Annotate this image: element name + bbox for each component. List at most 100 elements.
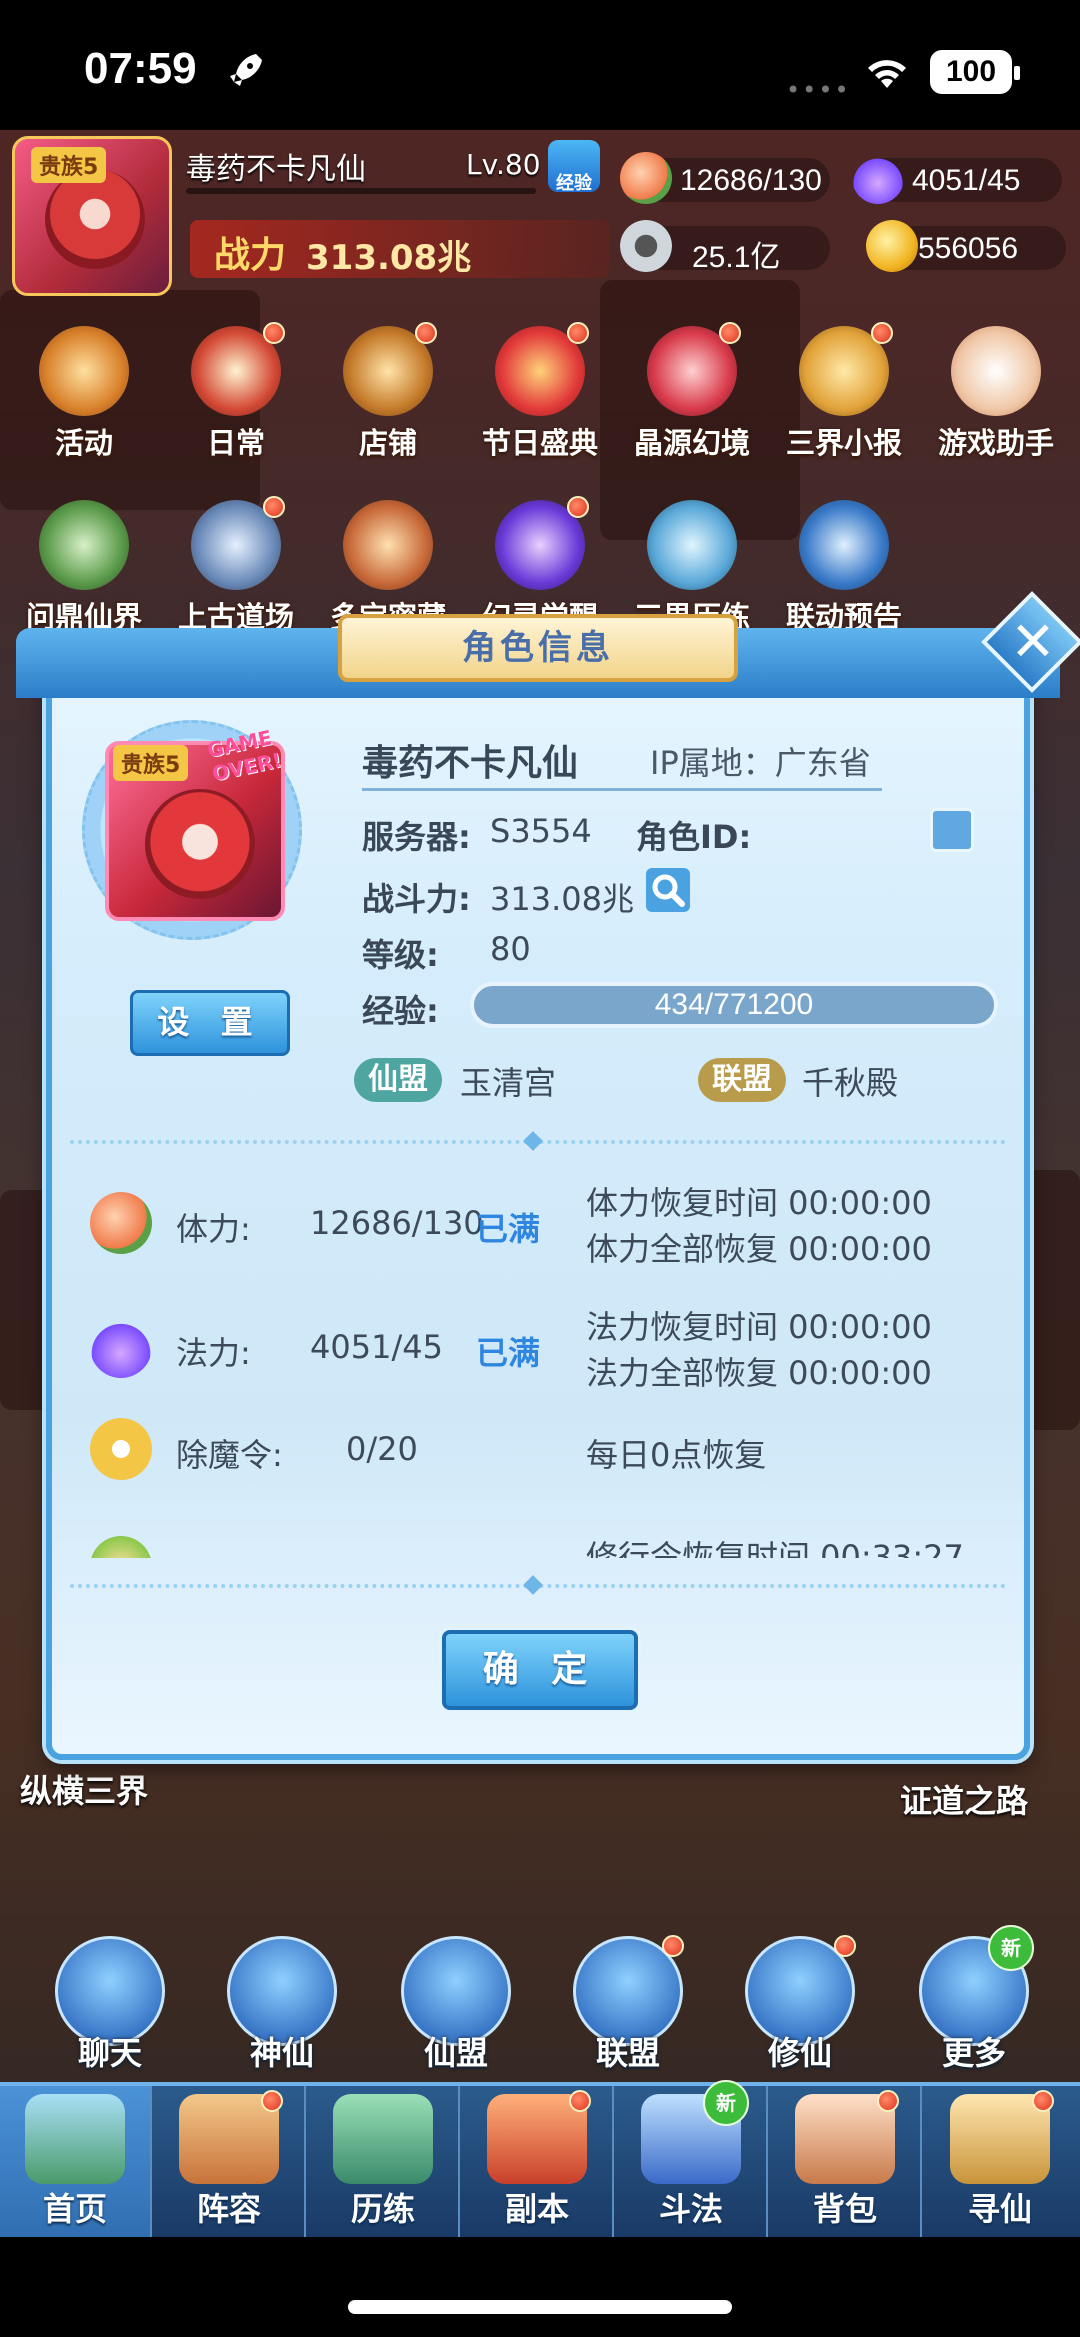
guild-button[interactable]: 仙盟 <box>396 1936 516 2074</box>
scroll-icon <box>191 322 285 416</box>
immortal-button[interactable]: 神仙 <box>222 1936 342 2074</box>
settings-button[interactable]: 设 置 <box>130 990 290 1056</box>
mana-recover-time: 法力恢复时间 00:00:00 <box>586 1308 932 1346</box>
cultivate-button[interactable]: 修仙 <box>740 1935 860 2074</box>
server-value: S3554 <box>490 812 592 850</box>
cultivate-label: 修仙 <box>767 2034 832 2072</box>
combat-power-value: 313.08兆 <box>490 880 634 918</box>
notification-dot <box>261 2090 283 2112</box>
collab-preview-icon-button[interactable]: 联动预告 <box>774 500 914 636</box>
tab-lineup-label: 阵容 <box>196 2190 261 2228</box>
ancient-arena-icon-button[interactable]: 上古道场 <box>166 496 306 636</box>
mana-flame-icon <box>852 152 904 204</box>
exp-progress-bar: 434/771200 <box>470 982 998 1028</box>
new-badge: 新 <box>988 1925 1034 1971</box>
magnifier-icon <box>652 874 685 907</box>
backpack-icon <box>795 2090 899 2184</box>
ip-location: IP属地：广东省 <box>650 744 871 782</box>
copy-icon[interactable] <box>930 808 974 852</box>
mana-full-recover: 法力全部恢复 00:00:00 <box>586 1354 932 1392</box>
news-icon-button[interactable]: 三界小报 <box>774 322 914 462</box>
stamina-full-recover: 体力全部恢复 00:00:00 <box>586 1230 932 1268</box>
silver-resource[interactable]: 25.1亿 <box>620 220 830 274</box>
alliance-tag: 联盟 <box>698 1058 786 1102</box>
activity-label: 活动 <box>54 426 113 460</box>
more-button[interactable]: 新 更多 <box>914 1925 1034 2074</box>
side-label-right[interactable]: 证道之路 <box>900 1776 1028 1822</box>
bottom-tab-bar: 首页 阵容 历练 副本 新 斗法 背包 寻仙 <box>0 2080 1080 2241</box>
guild-label: 仙盟 <box>423 2034 488 2072</box>
server-label: 服务器: <box>362 818 471 856</box>
alliance-button[interactable]: 联盟 <box>568 1935 688 2074</box>
treasure-cards-icon <box>343 500 433 590</box>
stamina-recover-time: 体力恢复时间 00:00:00 <box>586 1184 932 1222</box>
festival-label: 节日盛典 <box>481 426 598 460</box>
gold-ingot-icon <box>866 220 918 272</box>
demon-token-icon <box>90 1418 152 1480</box>
festival-icon-button[interactable]: 节日盛典 <box>470 322 610 462</box>
name-underline <box>362 788 882 791</box>
signal-dots-icon: •••• <box>786 76 851 104</box>
role-name: 毒药不卡凡仙 <box>362 743 579 784</box>
fox-helper-icon <box>951 326 1041 416</box>
close-icon[interactable]: ✕ <box>1008 610 1058 674</box>
guild-name[interactable]: 玉清宫 <box>460 1058 556 1104</box>
search-icon[interactable] <box>646 868 690 912</box>
gold-value: 556056 <box>918 232 1019 265</box>
combat-power-bar: 战力 313.08兆 <box>190 220 610 278</box>
coin-icon <box>620 220 672 272</box>
lineup-cards-icon <box>179 2090 283 2184</box>
level-value: 80 <box>490 930 531 968</box>
mana-value: 4051/45 <box>912 164 1021 197</box>
crystal-icon <box>647 322 741 416</box>
activity-icon <box>39 326 129 416</box>
shop-icon <box>343 322 437 416</box>
combat-power-label: 战力 <box>214 235 287 276</box>
home-indicator[interactable] <box>348 2300 732 2314</box>
tab-lineup[interactable]: 阵容 <box>154 2086 306 2241</box>
crystal-realm-label: 晶源幻境 <box>633 426 750 460</box>
mana-resource[interactable]: 4051/45 <box>852 152 1062 204</box>
avatar-face <box>145 789 255 899</box>
tab-pvp[interactable]: 新 斗法 <box>616 2080 768 2241</box>
immortal-realm-icon-button[interactable]: 问鼎仙界 <box>14 500 154 636</box>
role-id-label: 角色ID: <box>636 818 752 856</box>
newspaper-icon <box>799 322 893 416</box>
cultivation-token-icon <box>90 1536 152 1558</box>
tab-dungeon[interactable]: 副本 <box>462 2086 614 2241</box>
news-label: 三界小报 <box>785 426 902 460</box>
activity-icon-button[interactable]: 活动 <box>14 326 154 462</box>
exp-button[interactable]: 经验 <box>548 140 600 194</box>
daily-label: 日常 <box>206 426 265 460</box>
home-indicator-area <box>0 2237 1080 2337</box>
shop-icon-button[interactable]: 店铺 <box>318 322 458 462</box>
chat-button[interactable]: 聊天 <box>50 1936 170 2074</box>
resource-list[interactable]: 体力: 12686/130 已满 体力恢复时间 00:00:00 体力全部恢复 … <box>70 1148 1006 1558</box>
player-avatar[interactable]: 贵族5 <box>12 136 172 296</box>
combat-power-label: 战斗力: <box>362 880 471 918</box>
side-label-left[interactable]: 纵横三界 <box>20 1766 148 1812</box>
alliance-name[interactable]: 千秋殿 <box>802 1058 898 1104</box>
demon-token-value: 0/20 <box>346 1430 418 1468</box>
orb-icon <box>495 496 589 590</box>
profile-avatar: 贵族5 GAME OVER! <box>82 720 302 940</box>
game-helper-icon-button[interactable]: 游戏助手 <box>926 326 1066 462</box>
tab-seek[interactable]: 寻仙 <box>924 2086 1076 2241</box>
chat-label: 聊天 <box>77 2034 142 2072</box>
tab-training[interactable]: 历练 <box>308 2086 460 2241</box>
confirm-button[interactable]: 确 定 <box>442 1630 638 1710</box>
alliance-label: 联盟 <box>595 2034 660 2072</box>
dialog-title: 角色信息 <box>462 628 614 668</box>
cauldron-icon <box>39 500 129 590</box>
demon-token-recover: 每日0点恢复 <box>586 1436 767 1474</box>
stamina-resource[interactable]: 12686/130 <box>620 152 830 204</box>
gold-resource[interactable]: 556056 <box>866 220 1066 272</box>
daily-icon-button[interactable]: 日常 <box>166 322 306 462</box>
player-name: 毒药不卡凡仙 <box>186 152 366 187</box>
crystal-realm-icon-button[interactable]: 晶源幻境 <box>622 322 762 462</box>
tab-backpack-label: 背包 <box>812 2190 877 2228</box>
notification-dot <box>569 2090 591 2112</box>
tab-home[interactable]: 首页 <box>0 2086 152 2241</box>
training-bag-icon <box>333 2094 433 2184</box>
tab-backpack[interactable]: 背包 <box>770 2086 922 2241</box>
